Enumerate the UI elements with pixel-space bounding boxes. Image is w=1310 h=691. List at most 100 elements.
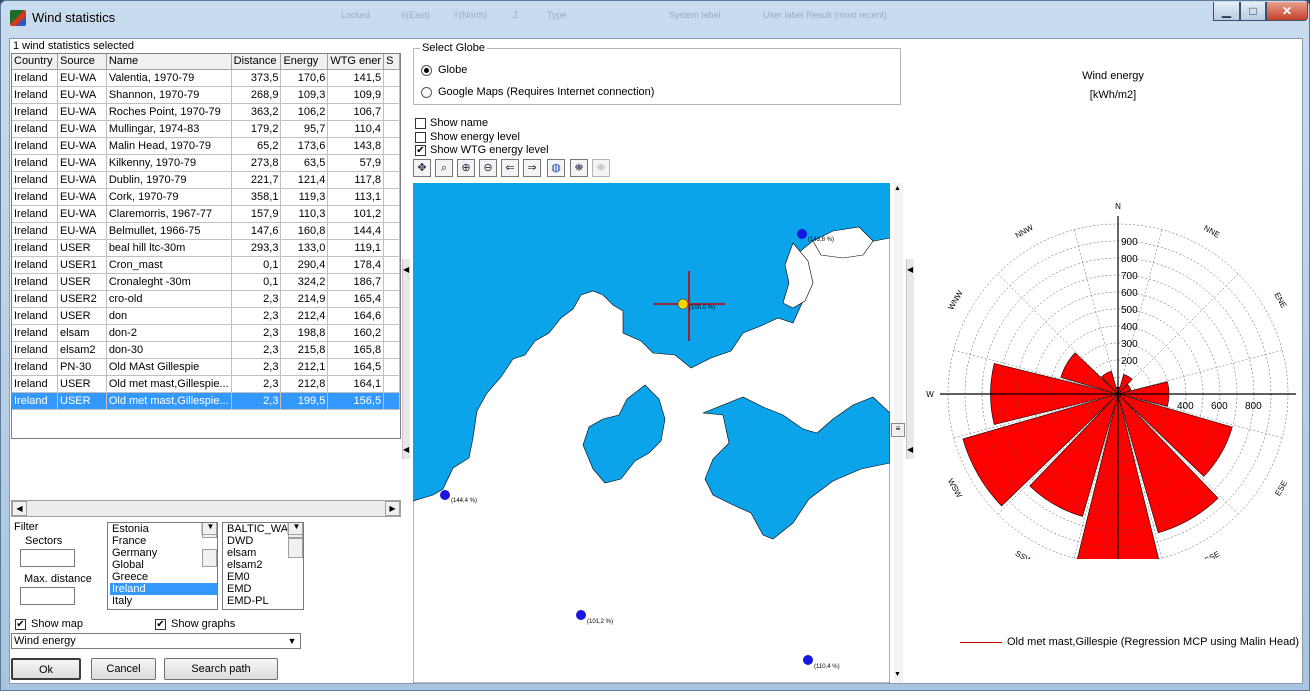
column-header[interactable]: WTG ener <box>327 54 385 70</box>
right-panel-splitter[interactable]: ◀ ◀ <box>906 259 914 459</box>
country-scroll-down[interactable]: ▼ <box>202 523 217 535</box>
country-scroll-thumb[interactable] <box>202 549 217 567</box>
stats-table[interactable]: Country Source Name Distance Energy WTG ener S… <box>12 54 400 410</box>
map-scroll-thumb[interactable]: ≡ <box>891 423 905 437</box>
table-row[interactable]: Ireland EU-WA Roches Point, 1970-79 363,2 10… <box>12 103 400 121</box>
table-row[interactable]: Ireland EU-WA Shannon, 1970-79 268,9 109,3 10… <box>12 86 400 104</box>
table-row[interactable]: Ireland elsam2 don-30 2,3 215,8 165,8 <box>12 341 400 359</box>
list-item[interactable]: EM0 <box>225 571 303 583</box>
column-header[interactable]: Source <box>57 54 107 70</box>
table-row[interactable]: Ireland PN-30 Old MAst Gillespie 2,3 212,1 16… <box>12 358 400 376</box>
list-item[interactable]: France <box>110 535 217 547</box>
site-icon[interactable]: ⛯ <box>570 159 588 177</box>
show-map-checkbox[interactable]: ✔ <box>15 619 26 630</box>
table-cell: 363,2 <box>231 103 282 121</box>
table-cell <box>383 324 400 342</box>
scroll-right-button[interactable]: ▶ <box>385 501 400 516</box>
left-panel-splitter[interactable]: ◀ ◀ <box>402 259 410 459</box>
table-horizontal-scrollbar[interactable]: ◀ ▶ <box>11 500 401 517</box>
table-cell: don-30 <box>106 341 232 359</box>
source-scroll-thumb[interactable] <box>288 538 303 558</box>
wind-rose-chart: 200 300 400 500 600 700 800 900 400 600 800 N NNE ENE… <box>926 202 1296 559</box>
table-row[interactable]: Ireland EU-WA Belmullet, 1966-75 147,6 160,8… <box>12 222 400 240</box>
maximize-button[interactable]: □ <box>1240 2 1266 21</box>
table-row[interactable]: Ireland EU-WA Dublin, 1970-79 221,7 121,4 117… <box>12 171 400 189</box>
column-header[interactable]: Distance <box>231 54 282 70</box>
source-list-scrollbar[interactable]: ▲ ▼ <box>287 523 303 558</box>
ghost-header-5: Type <box>547 10 567 20</box>
table-row[interactable]: Ireland EU-WA Cork, 1970-79 358,1 119,3 113,1 <box>12 188 400 206</box>
table-cell: beal hill ltc-30m <box>106 239 232 257</box>
show-energy-checkbox[interactable] <box>415 132 426 143</box>
table-row[interactable]: Ireland USER1 Cron_mast 0,1 290,4 178,4 <box>12 256 400 274</box>
list-item[interactable]: EMD <box>225 583 303 595</box>
country-list-scrollbar[interactable]: ▲ ▼ <box>201 523 217 567</box>
table-row[interactable]: Ireland elsam don-2 2,3 198,8 160,2 <box>12 324 400 342</box>
close-button[interactable]: ✕ <box>1266 2 1308 21</box>
search-path-button[interactable]: Search path <box>164 658 278 680</box>
google-maps-radio[interactable] <box>421 87 432 98</box>
table-cell: Ireland <box>12 358 59 376</box>
list-item[interactable]: Italy <box>110 595 217 607</box>
table-cell: 2,3 <box>231 341 282 359</box>
graph-type-select[interactable]: Wind energy ▼ <box>11 633 301 649</box>
column-header[interactable]: Name <box>106 54 232 70</box>
country-listbox[interactable]: Estonia France Germany Global Greece Ireland I… <box>107 522 218 610</box>
list-item[interactable]: elsam2 <box>225 559 303 571</box>
show-graphs-checkbox[interactable]: ✔ <box>155 619 166 630</box>
table-cell: USER <box>57 392 107 410</box>
table-row[interactable]: Ireland USER beal hill ltc-30m 293,3 133,0 11… <box>12 239 400 257</box>
cancel-button[interactable]: Cancel <box>91 658 156 680</box>
back-icon[interactable]: ⇐ <box>501 159 519 177</box>
globe-icon[interactable]: ◍ <box>547 159 565 177</box>
table-row[interactable]: Ireland EU-WA Kilkenny, 1970-79 273,8 63,5 57… <box>12 154 400 172</box>
ok-button[interactable]: Ok <box>11 658 81 680</box>
table-row[interactable]: Ireland USER don 2,3 212,4 164,6 <box>12 307 400 325</box>
current-site-crosshair[interactable]: (100,0 %) <box>653 271 725 341</box>
table-row[interactable]: Ireland EU-WA Claremorris, 1967-77 157,9 110… <box>12 205 400 223</box>
show-name-checkbox[interactable] <box>415 118 426 129</box>
pan-icon[interactable]: ✥ <box>413 159 431 177</box>
forward-icon[interactable]: ⇒ <box>523 159 541 177</box>
list-item[interactable]: Germany <box>110 547 217 559</box>
max-distance-input[interactable] <box>20 587 75 605</box>
table-row[interactable]: Ireland EU-WA Malin Head, 1970-79 65,2 173,6… <box>12 137 400 155</box>
map-view[interactable]: (143,8 %) (100,0 %) (144,4 %) (101,2 %) <box>413 183 890 683</box>
column-header[interactable]: Country <box>12 54 59 70</box>
minimize-button[interactable]: ▁ <box>1213 2 1240 21</box>
wind-stats-table[interactable]: Country Source Name Distance Energy WTG ener S… <box>11 53 401 439</box>
table-header-row: Country Source Name Distance Energy WTG ener S <box>12 54 400 70</box>
ghost-header-1: Locked <box>341 10 371 20</box>
scroll-left-button[interactable]: ◀ <box>12 501 27 516</box>
table-row[interactable]: Ireland USER Old met mast,Gillespie... 2,3 1… <box>12 392 400 410</box>
table-row[interactable]: Ireland USER Old met mast,Gillespie... 2,3 2… <box>12 375 400 393</box>
table-row[interactable]: Ireland USER Cronaleght -30m 0,1 324,2 186,7 <box>12 273 400 291</box>
list-item[interactable]: EMD-PL <box>225 595 303 607</box>
title-bar[interactable]: Wind statistics Locked 6(East) Y(North) … <box>1 1 1309 37</box>
map-vertical-scrollbar[interactable]: ▲ ≡ ▼ <box>891 183 905 683</box>
table-cell: 173,6 <box>280 137 329 155</box>
table-cell: Dublin, 1970-79 <box>106 171 232 189</box>
zoom-window-icon[interactable]: ⌕ <box>435 159 453 177</box>
splitter-right-arrow-icon: ◀ <box>907 265 914 274</box>
table-cell <box>383 256 400 274</box>
table-cell: don-2 <box>106 324 232 342</box>
list-item[interactable]: Global <box>110 559 217 571</box>
sectors-input[interactable] <box>20 549 75 567</box>
list-item[interactable]: Greece <box>110 571 217 583</box>
source-listbox[interactable]: BALTIC_WADWDelsamelsam2EM0EMDEMD-PL ▲ ▼ <box>222 522 304 610</box>
zoom-out-icon[interactable]: ⊖ <box>479 159 497 177</box>
list-item[interactable]: Ireland <box>110 583 217 595</box>
source-scroll-down[interactable]: ▼ <box>288 523 303 535</box>
globe-radio[interactable] <box>421 65 432 76</box>
chevron-down-icon[interactable]: ▼ <box>284 634 300 648</box>
zoom-in-icon[interactable]: ⊕ <box>457 159 475 177</box>
table-row[interactable]: Ireland EU-WA Valentia, 1970-79 373,5 170,6 1… <box>12 69 400 87</box>
show-wtg-checkbox[interactable]: ✔ <box>415 145 426 156</box>
table-row[interactable]: Ireland EU-WA Mullingar, 1974-83 179,2 95,7 1… <box>12 120 400 138</box>
maximize-icon: □ <box>1249 4 1257 18</box>
table-cell: 147,6 <box>231 222 282 240</box>
column-header[interactable]: S <box>383 54 400 70</box>
table-row[interactable]: Ireland USER2 cro-old 2,3 214,9 165,4 <box>12 290 400 308</box>
column-header[interactable]: Energy <box>280 54 329 70</box>
